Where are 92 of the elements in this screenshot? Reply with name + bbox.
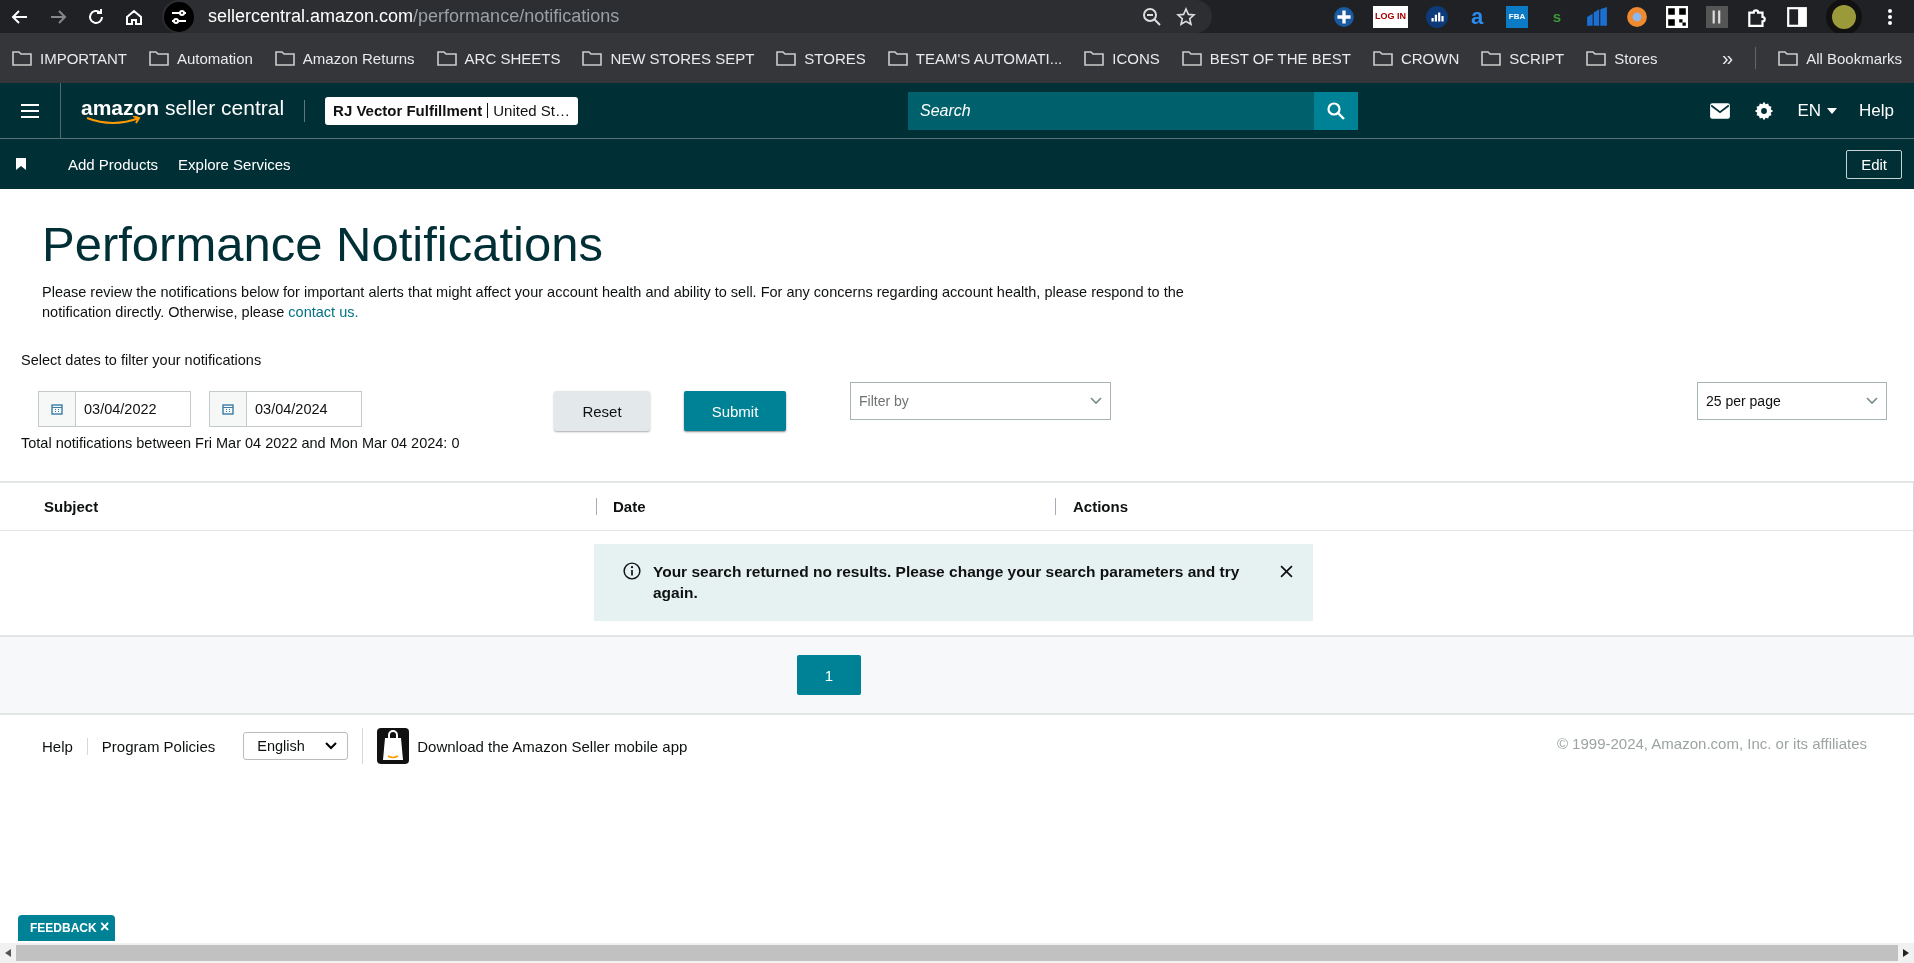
calendar-icon — [51, 403, 63, 415]
contact-us-link[interactable]: contact us. — [288, 304, 359, 320]
chart-icon[interactable] — [1586, 5, 1608, 28]
close-icon[interactable] — [1280, 565, 1293, 578]
folder-icon — [1181, 50, 1202, 66]
per-page-dropdown[interactable]: 25 per page — [1697, 382, 1887, 420]
folder-icon — [1481, 50, 1502, 66]
bookmark-folder[interactable]: SCRIPT — [1481, 49, 1565, 67]
intro-text: Please review the notifications below for important alerts that might affect your account health and ability to sell. For any concerns regarding account health, please respond to the notification directly. Otherwise, please contact us. — [42, 283, 1185, 322]
horizontal-scrollbar[interactable] — [0, 943, 1914, 963]
calendar-icon — [222, 403, 234, 415]
qr-code-icon[interactable] — [1666, 5, 1688, 28]
folder-icon — [1084, 50, 1105, 66]
submit-button[interactable]: Submit — [684, 391, 786, 431]
filter-label: Select dates to filter your notifications — [21, 352, 263, 368]
bookmark-folder[interactable]: ICONS — [1084, 49, 1160, 67]
language-dropdown[interactable]: English — [243, 732, 349, 760]
site-settings-icon[interactable] — [164, 1, 194, 32]
login-extension-icon[interactable]: LOG IN — [1373, 5, 1408, 28]
edit-button[interactable]: Edit — [1846, 149, 1902, 179]
profile-avatar-icon[interactable] — [1826, 0, 1862, 35]
shopping-bag-icon[interactable] — [377, 728, 410, 764]
nav-link[interactable]: Add Products — [68, 155, 159, 173]
side-panel-icon[interactable] — [1786, 5, 1808, 28]
seller-central-logo[interactable]: amazon seller central — [81, 95, 285, 126]
bookmark-folder[interactable]: Automation — [148, 49, 253, 67]
search-field[interactable]: Search — [908, 91, 1314, 130]
mobile-app-link[interactable]: Download the Amazon Seller mobile app — [417, 737, 688, 755]
column-header: Subject — [43, 498, 100, 515]
bookmark-folder[interactable]: CROWN — [1372, 49, 1460, 67]
column-header: Actions — [1055, 498, 1128, 515]
pause-icon[interactable] — [1706, 5, 1728, 28]
menu-icon[interactable] — [20, 102, 40, 119]
chevron-icon — [1090, 397, 1102, 405]
reload-icon[interactable] — [86, 6, 106, 27]
page-title: Performance Notifications — [42, 216, 604, 272]
bookmark-folder[interactable]: NEW STORES SEPT — [582, 49, 755, 67]
column-header: Date — [596, 498, 1055, 515]
address-bar[interactable]: sellercentral.amazon.com/performance/notifications — [162, 0, 1212, 33]
folder-icon — [436, 50, 457, 66]
search-icon — [1326, 100, 1346, 121]
url-text: sellercentral.amazon.com/performance/notifications — [208, 6, 620, 27]
copyright-text: © 1999-2024, Amazon.com, Inc. or its affiliates — [1556, 734, 1867, 752]
more-bookmarks-button[interactable]: » — [1722, 46, 1734, 70]
amazon-extension-icon[interactable]: a — [1466, 5, 1488, 28]
letter-extension-icon[interactable]: s — [1546, 5, 1568, 28]
alert-message: Your search returned no results. Please change your search parameters and try again. — [653, 562, 1241, 603]
feedback-tab[interactable]: FEEDBACK × — [18, 915, 116, 941]
folder-icon — [887, 50, 908, 66]
footer-link[interactable]: Program Policies — [86, 737, 230, 755]
chevron-icon — [325, 742, 338, 750]
folder-icon — [1778, 50, 1799, 66]
footer-link[interactable]: Help — [42, 737, 87, 755]
caret-icon — [1827, 107, 1838, 114]
info-icon — [623, 562, 641, 580]
calendar-button[interactable] — [209, 391, 247, 427]
reset-button[interactable]: Reset — [554, 391, 650, 431]
folder-icon — [1372, 50, 1393, 66]
language-selector[interactable]: EN — [1797, 100, 1838, 121]
nav-link[interactable]: Explore Services — [178, 155, 291, 173]
bookmark-folder[interactable]: BEST OF THE BEST — [1181, 49, 1351, 67]
start-date-field[interactable]: 03/04/2022 — [76, 391, 191, 427]
folder-icon — [12, 50, 32, 66]
calendar-button[interactable] — [38, 391, 76, 427]
help-link[interactable]: Help — [1859, 100, 1894, 121]
ring-icon[interactable] — [1626, 5, 1648, 28]
total-count-text: Total notifications between Fri Mar 04 2022 and Mon Mar 04 2024: 0 — [21, 435, 461, 451]
bookmark-folder[interactable]: Amazon Returns — [274, 49, 415, 67]
end-date-field[interactable]: 03/04/2024 — [247, 391, 362, 427]
bookmark-folder[interactable]: TEAM'S AUTOMATI... — [887, 49, 1063, 67]
folder-icon — [1586, 50, 1607, 66]
star-icon[interactable] — [1176, 6, 1196, 27]
folder-icon — [582, 50, 603, 66]
search-button[interactable] — [1314, 91, 1358, 130]
fba-extension-icon[interactable]: FBA — [1506, 5, 1528, 28]
folder-icon — [776, 50, 797, 66]
bookmark-folder[interactable]: Stores — [1586, 49, 1658, 67]
chevron-icon — [1866, 397, 1878, 405]
bookmark-folder[interactable]: IMPORTANT — [12, 49, 127, 67]
bookmark-folder[interactable]: All Bookmarks — [1778, 49, 1902, 67]
filter-dropdown[interactable]: Filter by — [850, 382, 1111, 420]
page-button[interactable]: 1 — [797, 655, 861, 695]
mail-icon[interactable] — [1709, 100, 1732, 121]
bookmark-folder[interactable]: ARC SHEETS — [436, 49, 561, 67]
bar-chart-icon[interactable] — [1426, 5, 1448, 28]
zoom-out-icon[interactable] — [1142, 6, 1162, 27]
account-switcher[interactable]: RJ Vector Fulfillment United St… — [325, 96, 578, 125]
folder-icon — [274, 50, 295, 66]
bookmark-folder[interactable]: STORES — [776, 49, 866, 67]
extension-icon[interactable] — [1333, 5, 1355, 28]
folder-icon — [148, 50, 169, 66]
bookmark-icon[interactable] — [16, 158, 26, 170]
